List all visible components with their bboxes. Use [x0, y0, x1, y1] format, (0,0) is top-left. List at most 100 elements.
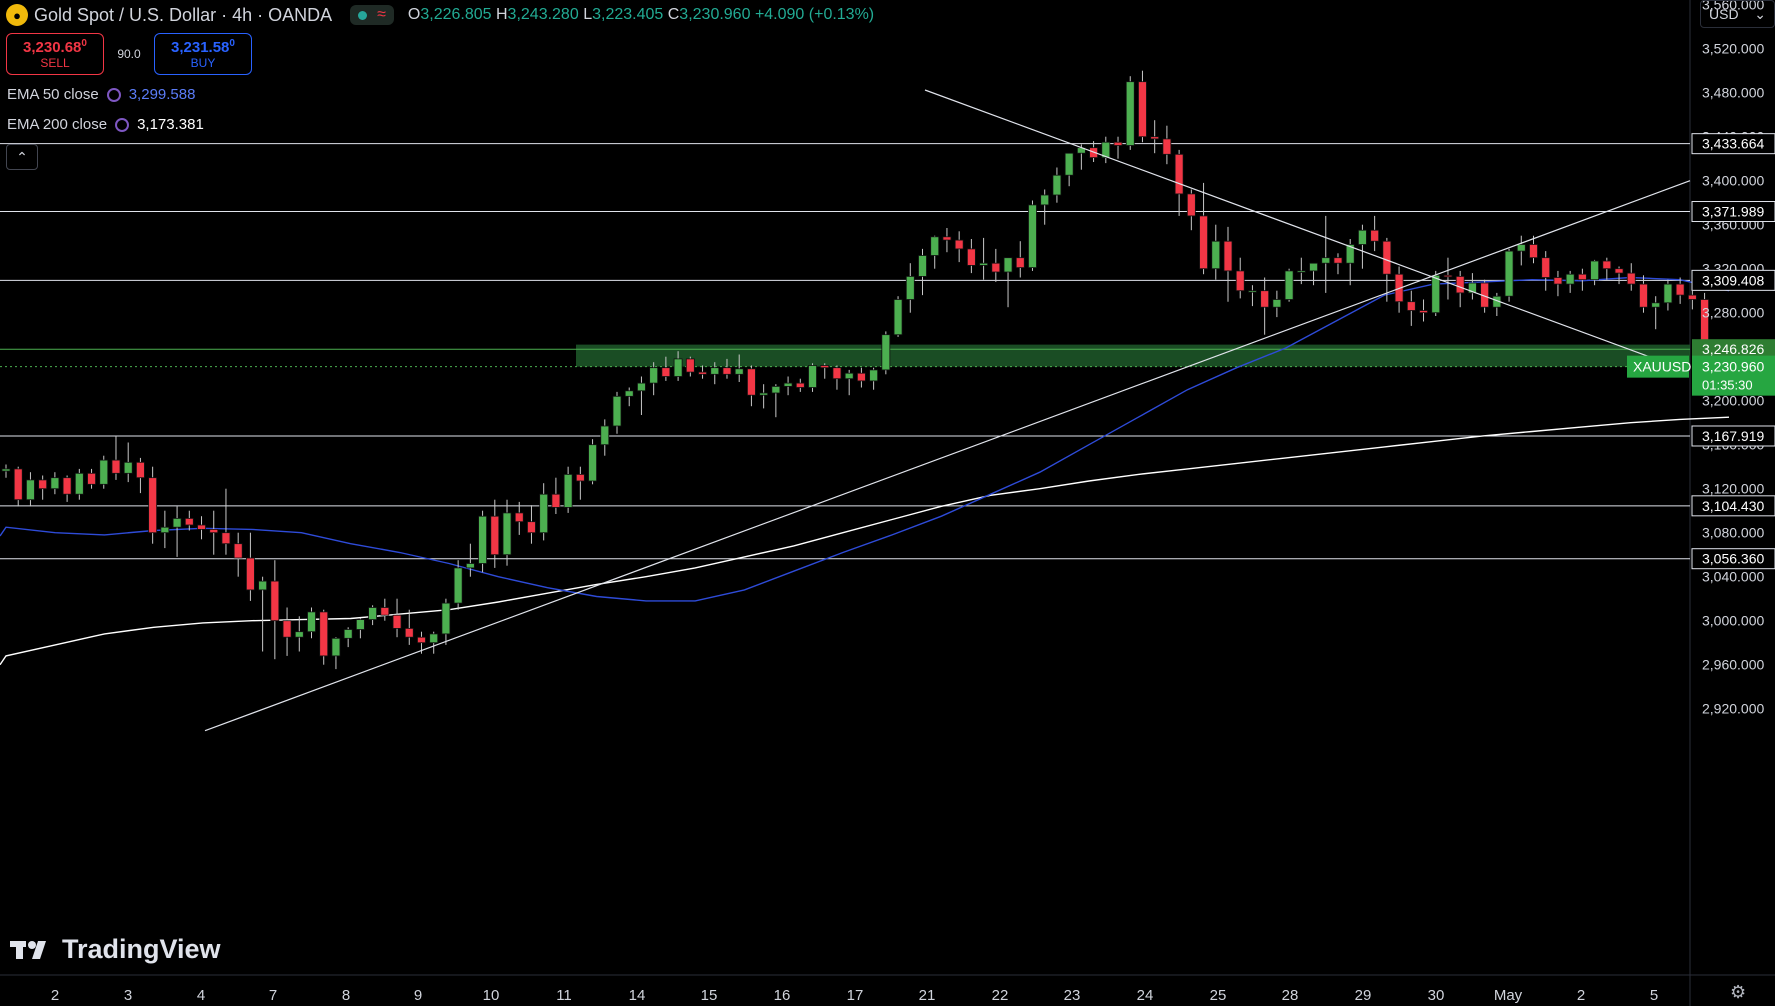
ema200-value: 3,173.381	[137, 116, 204, 133]
candle-body	[465, 563, 475, 569]
candle-body	[1113, 141, 1123, 146]
candle-body	[1, 468, 11, 472]
candle	[1040, 189, 1050, 225]
time-tick-label: 8	[342, 987, 350, 1004]
candle	[612, 391, 622, 434]
indicator-ema50[interactable]: EMA 50 close 3,299.588	[7, 86, 195, 103]
candle-body	[26, 479, 35, 501]
candle	[197, 516, 206, 540]
candle-body	[478, 515, 487, 564]
candle-body	[343, 629, 353, 639]
bar-countdown: 01:35:30	[1702, 378, 1753, 393]
level-price-tag: 3,104.430	[1702, 498, 1764, 514]
price-tick-label: 3,000.000	[1702, 613, 1764, 629]
buy-button[interactable]: 3,231.580 BUY	[154, 33, 252, 75]
candle	[307, 607, 316, 639]
candle-body	[1296, 270, 1306, 273]
collapse-legend-button[interactable]: ⌃	[6, 144, 38, 170]
refresh-icon[interactable]	[106, 87, 121, 102]
candle	[1468, 273, 1477, 300]
gold-coin-icon[interactable]: ●	[6, 4, 28, 26]
candle-body	[832, 367, 842, 380]
candle	[1602, 257, 1612, 280]
candle-body	[1431, 274, 1441, 314]
candle-body	[1419, 310, 1428, 314]
candle	[588, 439, 597, 485]
candle-body	[1553, 277, 1563, 285]
buy-price-sup: 0	[229, 38, 235, 49]
candle-body	[1015, 257, 1025, 269]
candle	[343, 627, 353, 648]
candle-body	[698, 371, 707, 375]
candle	[600, 419, 610, 456]
currency-selector[interactable]: USD ⌄	[1700, 0, 1775, 28]
candle-body	[783, 382, 793, 387]
candle-body	[282, 620, 292, 638]
refresh-icon[interactable]	[115, 117, 130, 132]
ohlc-readout: O3,226.805 H3,243.280 L3,223.405 C3,230.…	[408, 6, 874, 24]
candle-body	[1272, 299, 1282, 308]
candle	[1541, 251, 1551, 291]
candle-body	[160, 526, 170, 534]
change-value: +4.090 (+0.13%)	[754, 6, 875, 23]
price-chart[interactable]: 3,560.0003,520.0003,480.0003,440.0003,40…	[0, 0, 1775, 1006]
settings-icon[interactable]: ⚙	[1730, 982, 1746, 1003]
candle	[1162, 125, 1172, 165]
symbol-title[interactable]: Gold Spot / U.S. Dollar · 4h · OANDA	[34, 5, 332, 26]
candle-body	[123, 461, 133, 474]
candle	[575, 466, 585, 500]
candle	[1553, 270, 1563, 297]
candle-body	[857, 372, 866, 382]
candle-body	[820, 365, 830, 369]
time-tick-label: 2	[1577, 987, 1585, 1004]
candle-body	[661, 367, 671, 377]
candle-body	[1321, 257, 1331, 264]
candle-body	[795, 382, 805, 388]
market-status-pill[interactable]: ≈	[350, 5, 394, 25]
trendline-ascending	[204, 180, 1691, 732]
sell-button[interactable]: 3,230.680 SELL	[6, 33, 104, 75]
candle	[979, 237, 988, 280]
ema200-label: EMA 200 close	[7, 116, 108, 133]
candle	[539, 483, 549, 541]
candle-body	[685, 358, 695, 373]
candle-body	[184, 518, 194, 526]
candle-body	[551, 493, 561, 508]
candle	[392, 598, 402, 638]
candle-body	[1040, 194, 1050, 206]
candle-body	[759, 392, 769, 396]
candle	[1309, 262, 1318, 286]
candle	[184, 510, 194, 531]
candle	[551, 477, 561, 514]
candle	[1113, 136, 1123, 159]
price-tick-label: 2,920.000	[1702, 701, 1764, 717]
candle	[1, 464, 11, 478]
candle	[62, 475, 72, 502]
candle	[1516, 235, 1526, 266]
sell-label: SELL	[40, 56, 70, 70]
candle	[698, 365, 707, 379]
candle-body	[1382, 240, 1392, 275]
candle-body	[1248, 290, 1257, 293]
spread-value: 90.0	[117, 47, 141, 61]
buy-label: BUY	[190, 56, 216, 70]
time-tick-label: 25	[1210, 987, 1227, 1004]
candle-body	[1614, 268, 1624, 274]
candle	[1675, 277, 1685, 304]
time-tick-label: 11	[556, 987, 572, 1004]
candle	[844, 369, 854, 396]
candle	[453, 560, 463, 610]
price-tick-label: 3,520.000	[1702, 41, 1764, 57]
candle-body	[722, 367, 732, 375]
candle	[465, 543, 475, 577]
candle	[245, 532, 255, 601]
indicator-ema200[interactable]: EMA 200 close 3,173.381	[7, 116, 204, 133]
candle-body	[771, 385, 781, 394]
price-tick-label: 3,120.000	[1702, 481, 1764, 497]
candle	[1455, 270, 1465, 308]
candle	[209, 510, 219, 555]
candle-body	[1150, 136, 1160, 140]
candle-body	[417, 636, 426, 644]
candle-body	[1284, 270, 1294, 300]
ema50-label: EMA 50 close	[7, 86, 99, 103]
